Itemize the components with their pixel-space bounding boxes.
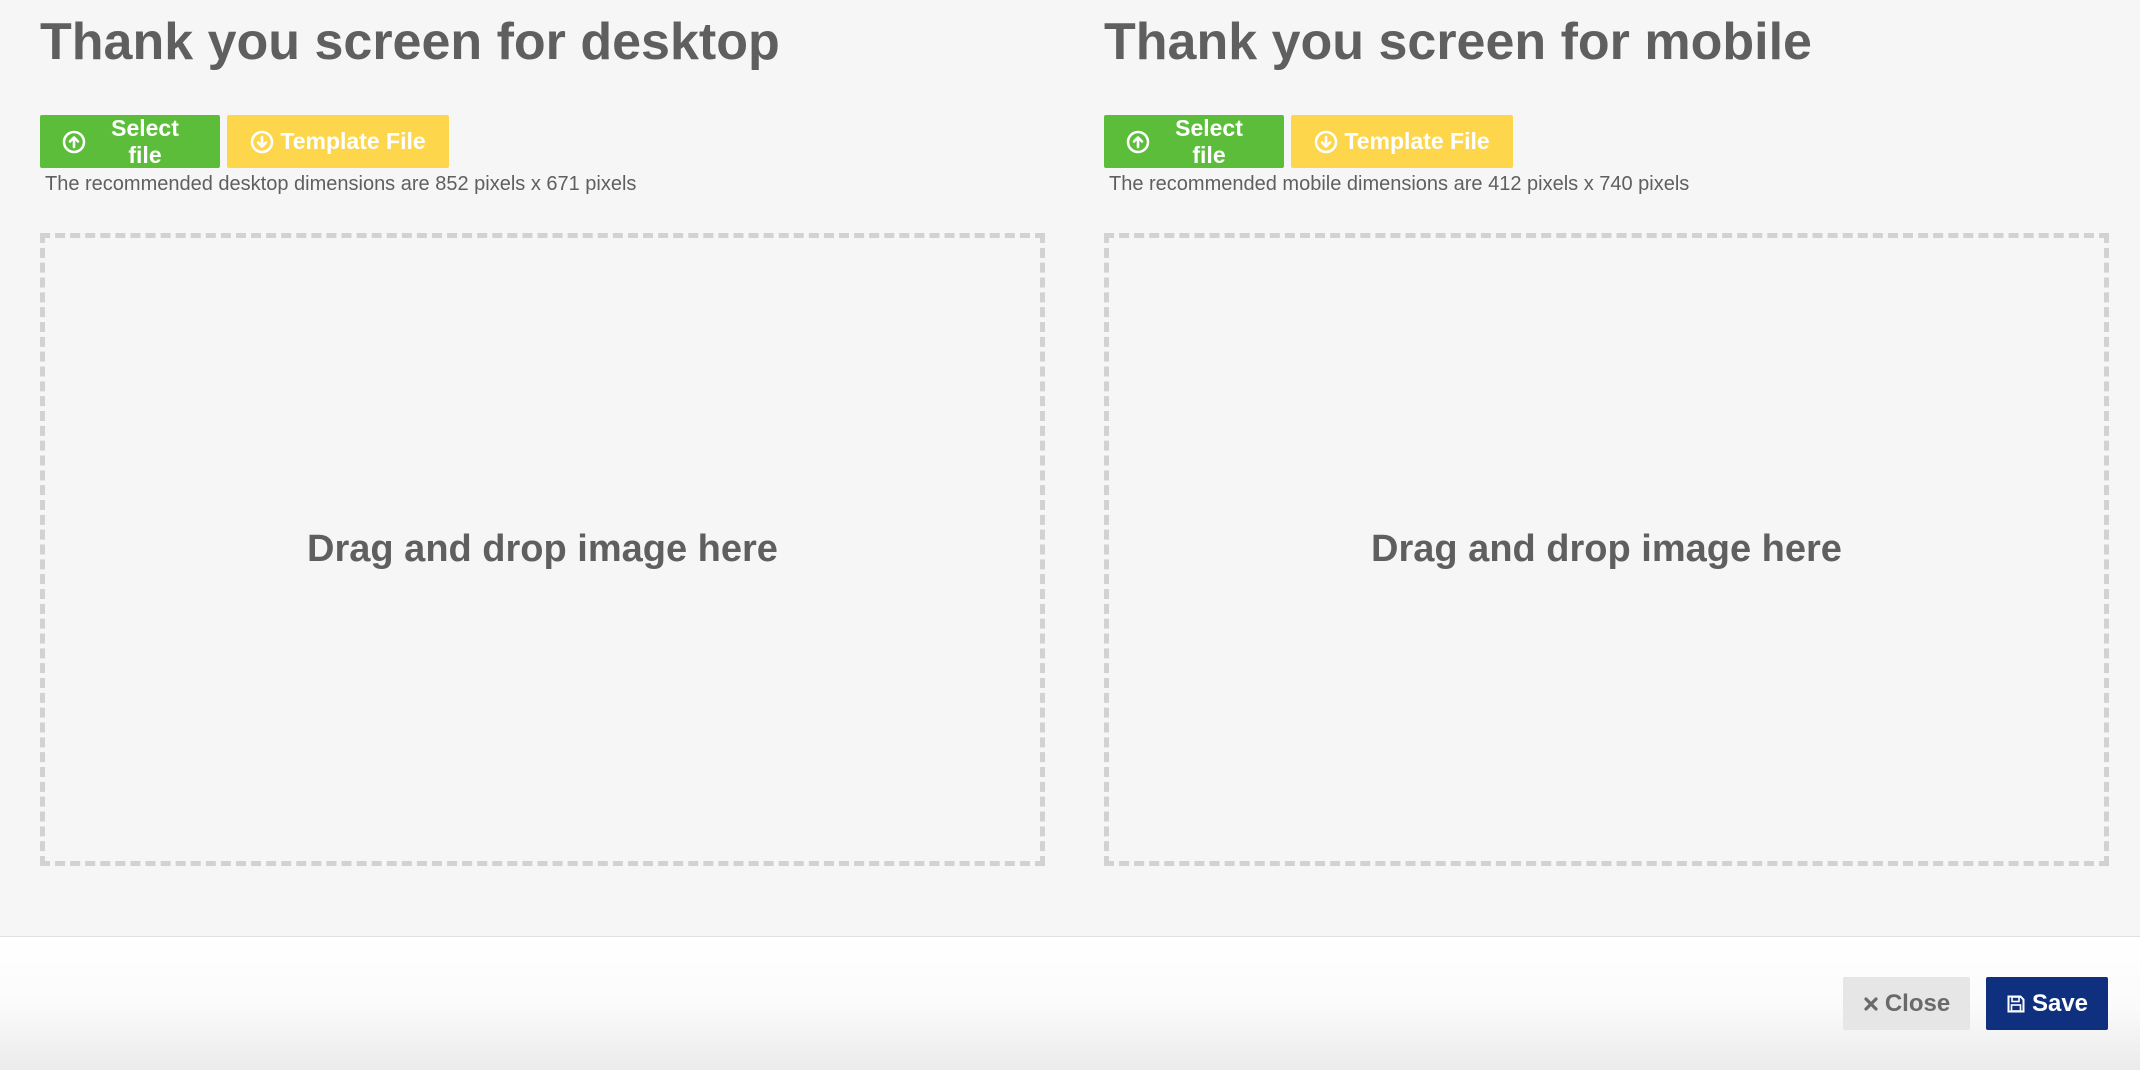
close-button[interactable]: Close xyxy=(1843,977,1970,1030)
save-button[interactable]: Save xyxy=(1986,977,2108,1030)
desktop-button-row: Select file Template File xyxy=(40,115,449,168)
close-x-icon xyxy=(1863,996,1879,1012)
desktop-select-file-label: Select file xyxy=(111,114,179,168)
mobile-select-file-label: Select file xyxy=(1175,114,1243,168)
mobile-panel-title: Thank you screen for mobile xyxy=(1104,13,1812,71)
desktop-dropzone-text: Drag and drop image here xyxy=(307,528,778,570)
desktop-template-file-button[interactable]: Template File xyxy=(227,115,449,168)
close-button-label: Close xyxy=(1884,989,1951,1017)
desktop-template-file-label: Template File xyxy=(280,128,426,154)
desktop-panel-title: Thank you screen for desktop xyxy=(40,13,780,71)
desktop-image-dropzone[interactable]: Drag and drop image here xyxy=(40,233,1045,866)
save-button-label: Save xyxy=(2031,989,2089,1017)
download-circle-icon xyxy=(250,130,274,154)
desktop-select-file-button[interactable]: Select file xyxy=(40,115,220,168)
modal-footer: Close Save xyxy=(0,936,2140,1070)
mobile-template-file-button[interactable]: Template File xyxy=(1291,115,1513,168)
download-circle-icon xyxy=(1314,130,1338,154)
thank-you-screen-editor: Thank you screen for desktop Select file xyxy=(0,0,2140,1070)
mobile-select-file-button[interactable]: Select file xyxy=(1104,115,1284,168)
mobile-image-dropzone[interactable]: Drag and drop image here xyxy=(1104,233,2109,866)
mobile-dimensions-hint: The recommended mobile dimensions are 41… xyxy=(1109,173,1690,195)
mobile-template-file-label: Template File xyxy=(1344,128,1490,154)
desktop-dimensions-hint: The recommended desktop dimensions are 8… xyxy=(45,173,637,195)
upload-circle-icon xyxy=(62,130,86,154)
upload-circle-icon xyxy=(1126,130,1150,154)
mobile-button-row: Select file Template File xyxy=(1104,115,1513,168)
mobile-dropzone-text: Drag and drop image here xyxy=(1371,528,1842,570)
floppy-disk-icon xyxy=(2006,994,2026,1014)
